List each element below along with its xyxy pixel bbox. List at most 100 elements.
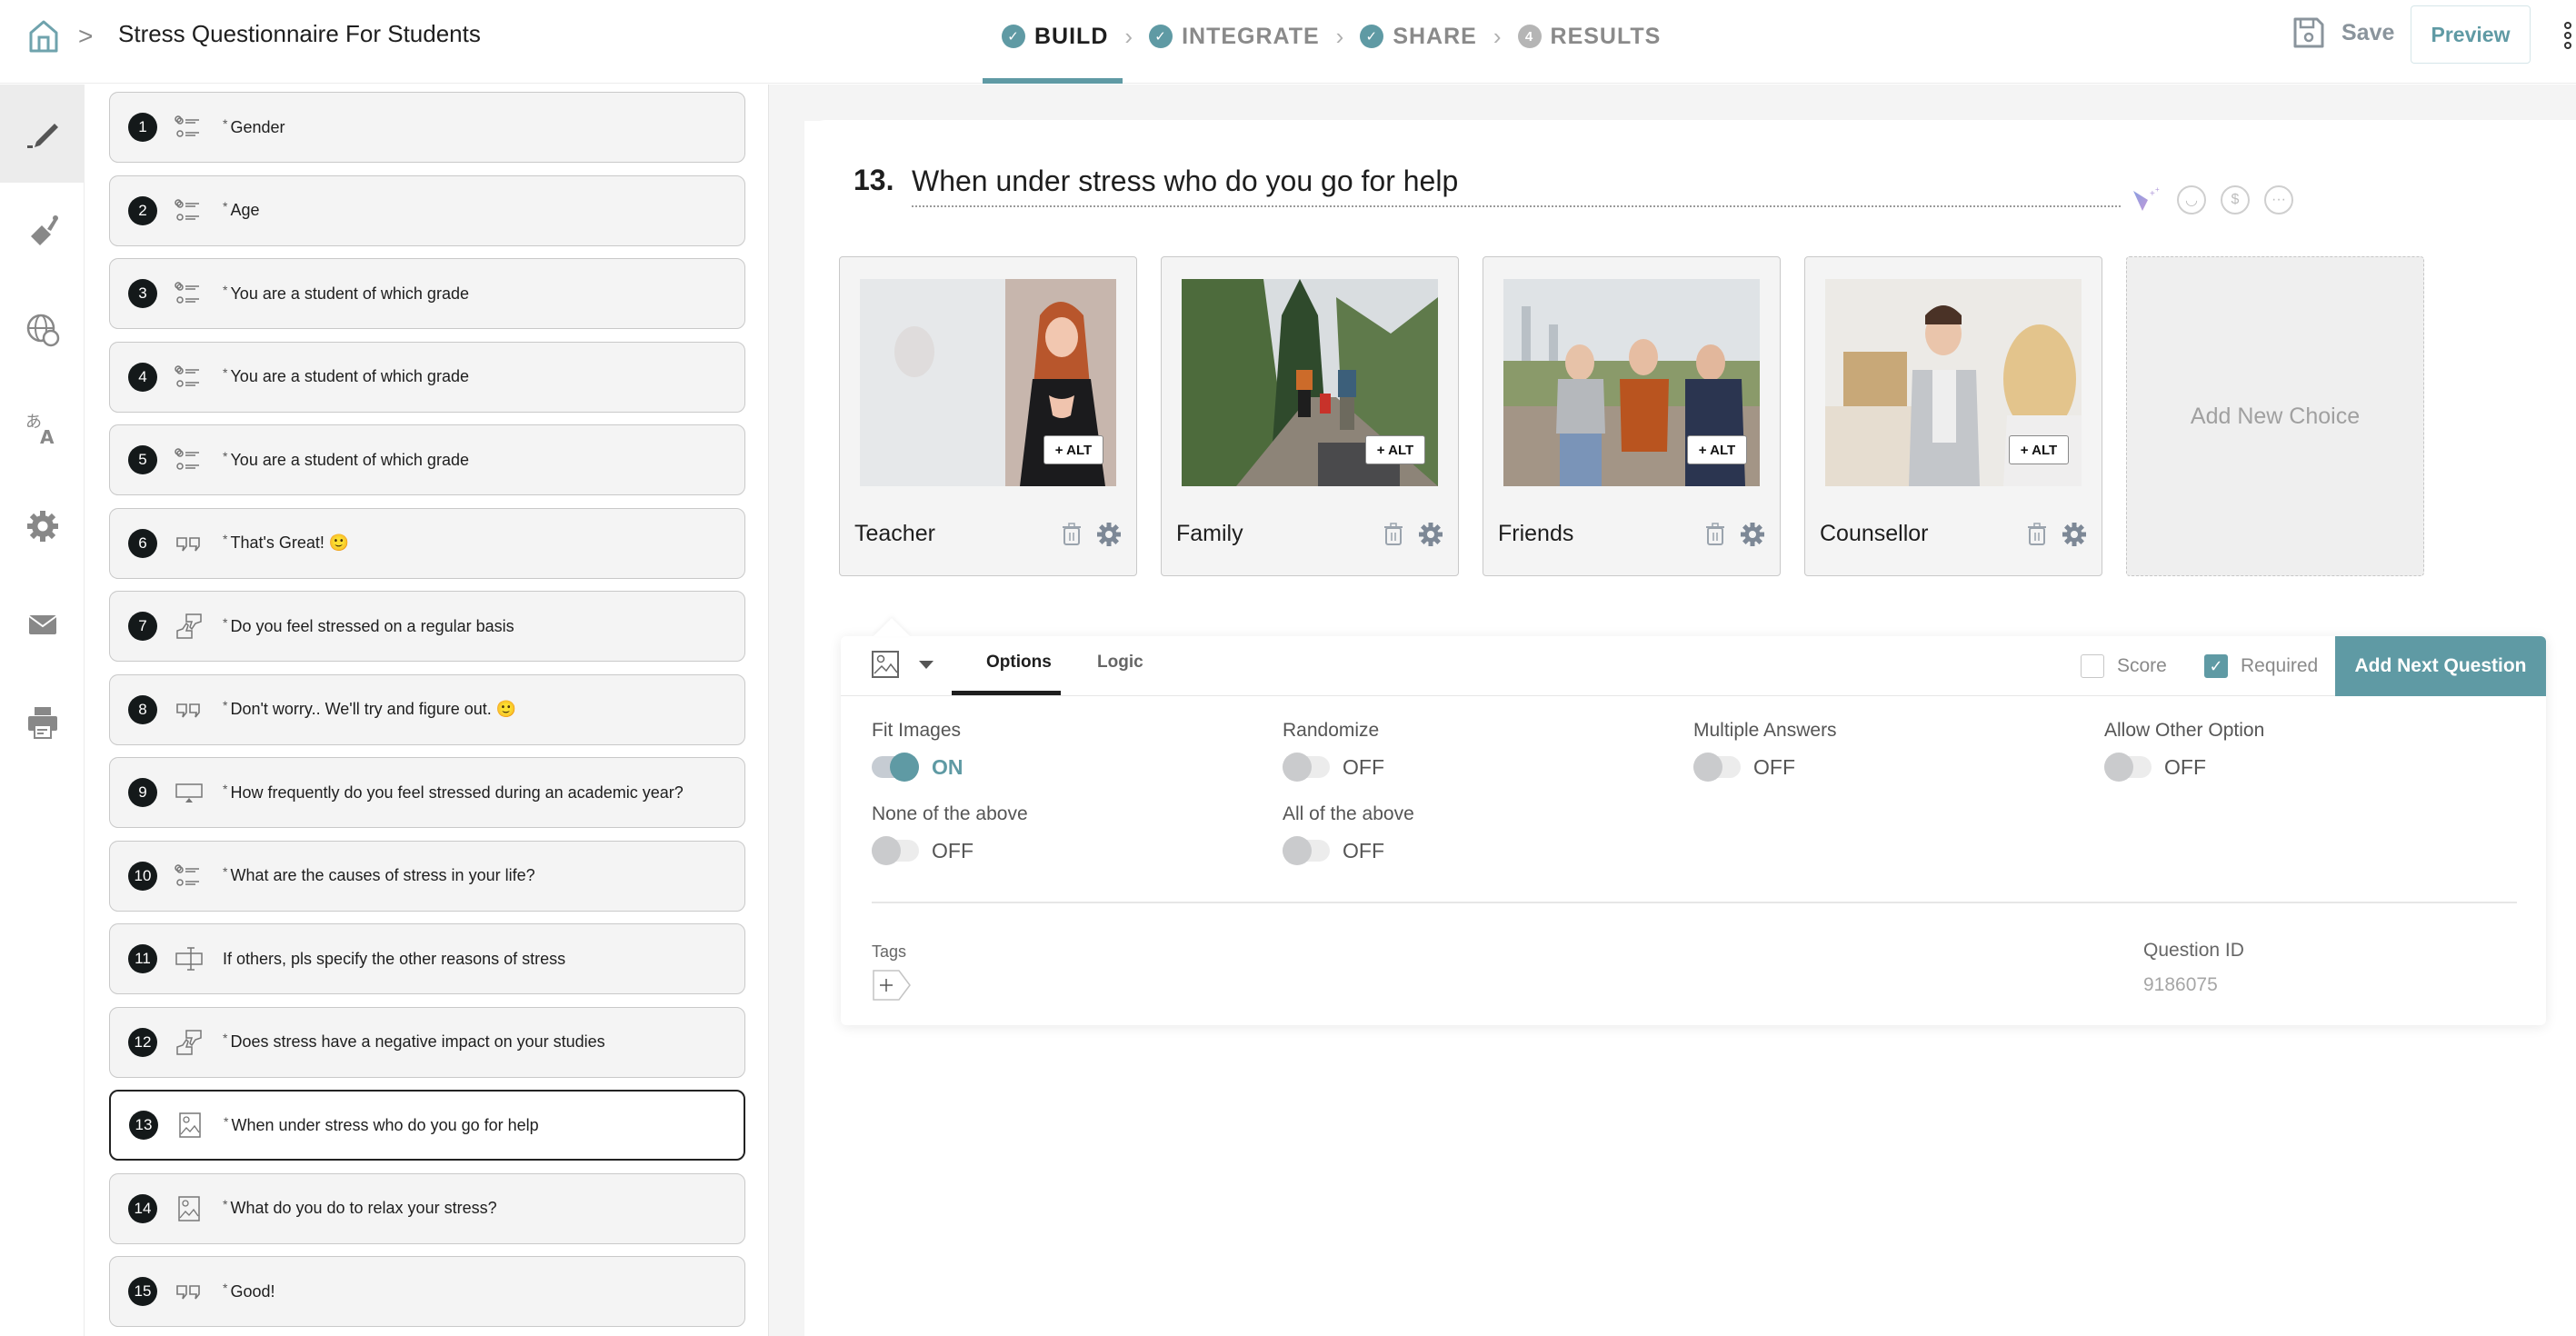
survey-title[interactable]: Stress Questionnaire For Students bbox=[118, 20, 481, 48]
trash-icon[interactable] bbox=[1705, 523, 1725, 546]
none-of-above-switch[interactable]: OFF bbox=[872, 836, 1028, 865]
home-icon[interactable] bbox=[25, 18, 62, 55]
step-results[interactable]: 4 RESULTS bbox=[1517, 24, 1662, 50]
fit-images-switch[interactable]: ON bbox=[872, 753, 964, 782]
toggle-state: OFF bbox=[1343, 754, 1384, 779]
trash-icon[interactable] bbox=[1383, 523, 1403, 546]
choice-card[interactable]: + ALT Friends bbox=[1483, 256, 1781, 576]
all-of-above-switch[interactable]: OFF bbox=[1283, 836, 1414, 865]
allow-other-switch[interactable]: OFF bbox=[2104, 753, 2264, 782]
more-horizontal-icon[interactable]: ··· bbox=[2264, 185, 2293, 214]
toggle-switch[interactable] bbox=[872, 753, 919, 782]
gear-icon[interactable] bbox=[2062, 522, 2087, 547]
question-type-selector[interactable] bbox=[872, 651, 934, 678]
add-alt-text-button[interactable]: + ALT bbox=[1043, 435, 1103, 464]
question-number-badge: 10 bbox=[128, 861, 157, 891]
trash-icon[interactable] bbox=[1062, 523, 1082, 546]
choice-card[interactable]: + ALT Teacher bbox=[839, 256, 1137, 576]
smiley-icon[interactable]: ◡ bbox=[2177, 185, 2206, 214]
question-header: 13. bbox=[854, 164, 912, 197]
add-next-question-button[interactable]: Add Next Question bbox=[2335, 636, 2546, 696]
question-list-item[interactable]: 7 * Do you feel stressed on a regular basi… bbox=[109, 591, 745, 662]
trash-icon[interactable] bbox=[2027, 523, 2047, 546]
rail-settings[interactable] bbox=[0, 477, 85, 575]
score-checkbox[interactable]: Score bbox=[2081, 654, 2167, 678]
active-tab-indicator bbox=[952, 691, 1061, 695]
more-options-icon[interactable] bbox=[2561, 22, 2574, 49]
toggle-switch[interactable] bbox=[1283, 836, 1330, 865]
question-list-item[interactable]: 3 * You are a student of which grade bbox=[109, 258, 745, 329]
pencil-icon bbox=[26, 124, 58, 148]
step-integrate[interactable]: ✓ INTEGRATE bbox=[1149, 24, 1320, 50]
rail-web-languages[interactable] bbox=[0, 281, 85, 379]
question-list-item[interactable]: 2 * Age bbox=[109, 174, 745, 246]
question-label: What are the causes of stress in your li… bbox=[230, 866, 535, 884]
question-text: * You are a student of which grade bbox=[223, 283, 469, 304]
question-list-item[interactable]: 8 * Don't worry.. We'll try and figure out… bbox=[109, 673, 745, 745]
question-list-item[interactable]: 14 * What do you do to relax your stress? bbox=[109, 1172, 745, 1244]
toggle-label: All of the above bbox=[1283, 803, 1414, 824]
add-alt-text-button[interactable]: + ALT bbox=[1687, 435, 1747, 464]
question-list-item[interactable]: 10 * What are the causes of stress in your… bbox=[109, 840, 745, 912]
gear-icon[interactable] bbox=[1096, 522, 1122, 547]
choice-label[interactable]: Teacher bbox=[854, 521, 935, 547]
randomize-switch[interactable]: OFF bbox=[1283, 753, 1384, 782]
tab-options[interactable]: Options bbox=[986, 653, 1052, 673]
required-checkbox[interactable]: ✓ Required bbox=[2204, 654, 2318, 678]
step-build[interactable]: ✓ BUILD bbox=[1002, 24, 1108, 50]
main-background bbox=[768, 85, 2576, 121]
question-list-item[interactable]: 15 * Good! bbox=[109, 1256, 745, 1327]
question-list-item[interactable]: 9 * How frequently do you feel stressed du… bbox=[109, 757, 745, 828]
question-list-item[interactable]: 4 * You are a student of which grade bbox=[109, 341, 745, 413]
add-alt-text-button[interactable]: + ALT bbox=[1365, 435, 1425, 464]
question-list-item[interactable]: 6 * That's Great! 🙂 bbox=[109, 507, 745, 579]
rail-print[interactable] bbox=[0, 673, 85, 772]
preview-button[interactable]: Preview bbox=[2411, 5, 2531, 64]
question-text-input[interactable] bbox=[912, 156, 2121, 207]
step-share[interactable]: ✓ SHARE bbox=[1360, 24, 1477, 50]
gutter bbox=[768, 85, 804, 1336]
toggle-state: ON bbox=[932, 754, 964, 779]
rail-theme[interactable] bbox=[0, 183, 85, 281]
save-button[interactable]: Save bbox=[2292, 16, 2394, 49]
toggle-state: OFF bbox=[1343, 838, 1384, 862]
rail-email[interactable] bbox=[0, 575, 85, 673]
rail-edit[interactable] bbox=[0, 85, 85, 183]
choice-label[interactable]: Friends bbox=[1498, 521, 1573, 547]
toggle-switch[interactable] bbox=[2104, 753, 2152, 782]
question-editor: 13. ++ ◡ $ ··· + ALT Teacher bbox=[804, 120, 2576, 1336]
step-navigation: ✓ BUILD › ✓ INTEGRATE › ✓ SHARE › 4 RESU… bbox=[1002, 18, 1661, 55]
gear-icon[interactable] bbox=[1418, 522, 1443, 547]
choice-card[interactable]: + ALT Family bbox=[1161, 256, 1459, 576]
required-marker: * bbox=[224, 1113, 229, 1129]
question-text: * When under stress who do you go for hel… bbox=[224, 1113, 539, 1135]
question-tools: + + ◡ $ ··· bbox=[2130, 184, 2293, 216]
tab-logic[interactable]: Logic bbox=[1097, 653, 1143, 673]
gear-icon[interactable] bbox=[1740, 522, 1765, 547]
magic-wand-icon[interactable]: + + bbox=[2130, 184, 2162, 216]
breadcrumb-separator: > bbox=[78, 22, 94, 50]
multiple-answers-switch[interactable]: OFF bbox=[1693, 753, 1837, 782]
toggle-switch[interactable] bbox=[1283, 753, 1330, 782]
question-list-item[interactable]: 13 * When under stress who do you go for h… bbox=[109, 1090, 745, 1161]
add-tag-button[interactable] bbox=[872, 969, 912, 1002]
required-marker: * bbox=[223, 864, 228, 879]
top-bar: > Stress Questionnaire For Students ✓ BU… bbox=[0, 0, 2576, 84]
toggle-switch[interactable] bbox=[1693, 753, 1741, 782]
quote-icon bbox=[174, 1276, 205, 1307]
question-list-item[interactable]: 1 * Gender bbox=[109, 92, 745, 163]
question-list-item[interactable]: 11 If others, pls specify the other reaso… bbox=[109, 923, 745, 994]
choice-card[interactable]: + ALT Counsellor bbox=[1804, 256, 2102, 576]
tags-label: Tags bbox=[872, 942, 907, 961]
toggle-switch[interactable] bbox=[872, 836, 919, 865]
choice-label[interactable]: Counsellor bbox=[1820, 521, 1929, 547]
choice-label[interactable]: Family bbox=[1176, 521, 1243, 547]
rail-translate[interactable]: あA bbox=[0, 379, 85, 477]
question-list-item[interactable]: 5 * You are a student of which grade bbox=[109, 424, 745, 495]
question-list-item[interactable]: 12 * Does stress have a negative impact on… bbox=[109, 1006, 745, 1078]
add-new-choice-button[interactable]: Add New Choice bbox=[2126, 256, 2424, 576]
add-alt-text-button[interactable]: + ALT bbox=[2009, 435, 2069, 464]
question-text: * That's Great! 🙂 bbox=[223, 532, 349, 553]
check-icon: ✓ bbox=[1002, 25, 1025, 48]
dollar-icon[interactable]: $ bbox=[2221, 185, 2250, 214]
